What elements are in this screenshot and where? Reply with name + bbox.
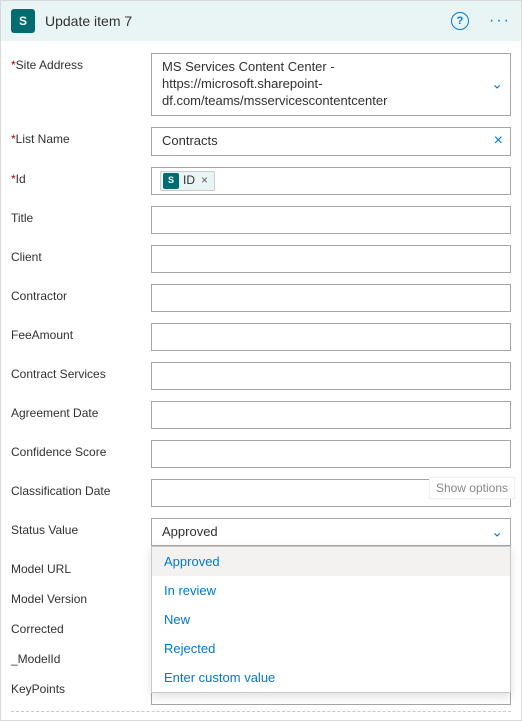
label-site-address: Site Address <box>16 58 83 72</box>
field-confidence-score: Confidence Score <box>11 440 511 468</box>
label-agreement-date: Agreement Date <box>11 401 151 420</box>
field-classification-date: Classification Date Show options <box>11 479 511 507</box>
label-contractor: Contractor <box>11 284 151 303</box>
label-title: Title <box>11 206 151 225</box>
field-status-value: Status Value Approved ⌄ Approved In revi… <box>11 518 511 547</box>
label-confidence-score: Confidence Score <box>11 440 151 459</box>
card-header: S Update item 7 ? ··· <box>1 1 521 41</box>
input-client[interactable] <box>151 245 511 273</box>
label-model-url: Model URL <box>11 557 151 576</box>
label-classification-date: Classification Date <box>11 479 151 498</box>
token-id-label: ID <box>183 173 195 189</box>
field-id: *Id S ID × <box>11 167 511 195</box>
input-title[interactable] <box>151 206 511 234</box>
label-corrected: Corrected <box>11 617 151 636</box>
field-agreement-date: Agreement Date <box>11 401 511 429</box>
value-site-address: MS Services Content Center - https://mic… <box>162 59 387 108</box>
label-model-id: _ModelId <box>11 647 151 666</box>
chevron-down-icon[interactable]: ⌄ <box>491 76 503 93</box>
input-fee-amount[interactable] <box>151 323 511 351</box>
divider <box>11 711 511 712</box>
label-model-version: Model Version <box>11 587 151 606</box>
input-contractor[interactable] <box>151 284 511 312</box>
input-contract-services[interactable] <box>151 362 511 390</box>
clear-icon[interactable]: × <box>494 132 503 150</box>
token-id[interactable]: S ID × <box>160 171 215 191</box>
field-fee-amount: FeeAmount <box>11 323 511 351</box>
input-confidence-score[interactable] <box>151 440 511 468</box>
dropdown-option[interactable]: New <box>152 605 510 634</box>
more-icon[interactable]: ··· <box>489 12 511 30</box>
input-site-address[interactable]: MS Services Content Center - https://mic… <box>151 53 511 116</box>
field-site-address: *Site Address MS Services Content Center… <box>11 53 511 116</box>
field-contractor: Contractor <box>11 284 511 312</box>
input-agreement-date[interactable] <box>151 401 511 429</box>
field-client: Client <box>11 245 511 273</box>
form-body: *Site Address MS Services Content Center… <box>1 41 521 720</box>
input-list-name[interactable]: Contracts <box>151 127 511 156</box>
label-id: Id <box>16 172 26 186</box>
label-list-name: List Name <box>16 132 70 146</box>
sharepoint-token-icon: S <box>163 173 179 189</box>
card-title: Update item 7 <box>45 13 441 29</box>
dropdown-option[interactable]: Enter custom value <box>152 663 510 692</box>
dropdown-option[interactable]: Rejected <box>152 634 510 663</box>
sharepoint-icon: S <box>11 9 35 33</box>
value-status-value: Approved <box>162 524 218 539</box>
label-contract-services: Contract Services <box>11 362 151 381</box>
input-status-value[interactable]: Approved <box>151 518 511 547</box>
field-list-name: *List Name Contracts × <box>11 127 511 156</box>
dropdown-option[interactable]: Approved <box>152 547 510 576</box>
label-key-points: KeyPoints <box>11 677 151 696</box>
help-icon[interactable]: ? <box>451 12 469 30</box>
token-remove-icon[interactable]: × <box>201 173 208 189</box>
label-fee-amount: FeeAmount <box>11 323 151 342</box>
label-client: Client <box>11 245 151 264</box>
show-options-tooltip[interactable]: Show options <box>429 477 515 499</box>
value-list-name: Contracts <box>162 133 218 148</box>
status-dropdown: Approved In review New Rejected Enter cu… <box>151 546 511 693</box>
field-title: Title <box>11 206 511 234</box>
chevron-down-icon[interactable]: ⌄ <box>491 524 503 541</box>
dropdown-option[interactable]: In review <box>152 576 510 605</box>
label-status-value: Status Value <box>11 518 151 537</box>
field-contract-services: Contract Services <box>11 362 511 390</box>
input-id[interactable]: S ID × <box>151 167 511 195</box>
